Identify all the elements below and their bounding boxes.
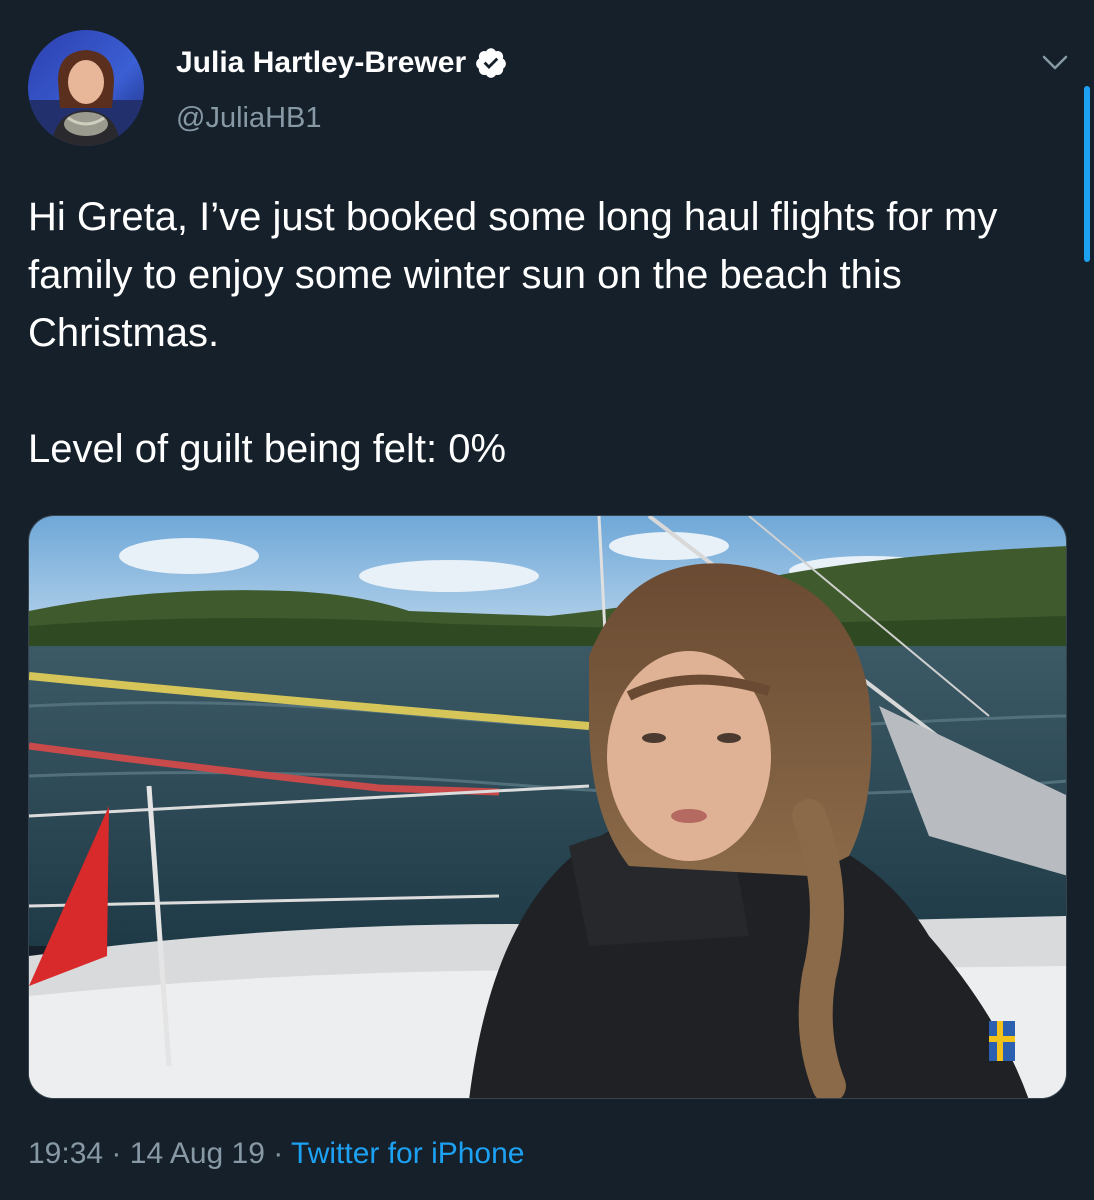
tweet-media-photo[interactable]	[28, 515, 1067, 1099]
tweet-meta: 19:34 · 14 Aug 19 · Twitter for iPhone	[28, 1134, 524, 1174]
author-display-name[interactable]: Julia Hartley-Brewer	[176, 44, 466, 82]
scrollbar[interactable]	[1084, 86, 1090, 262]
author-name-row[interactable]: Julia Hartley-Brewer	[176, 44, 508, 82]
tweet-time: 19:34	[28, 1137, 104, 1170]
chevron-down-icon[interactable]	[1040, 50, 1070, 76]
meta-separator: ·	[273, 1137, 284, 1170]
tweet-text-paragraph: Hi Greta, I’ve just booked some long hau…	[28, 195, 998, 355]
meta-separator: ·	[111, 1137, 122, 1170]
tweet-source-link[interactable]: Twitter for iPhone	[291, 1137, 524, 1170]
author-handle[interactable]: @JuliaHB1	[176, 100, 322, 136]
tweet-body: Hi Greta, I’ve just booked some long hau…	[28, 188, 1068, 478]
tweet-text-paragraph: Level of guilt being felt: 0%	[28, 427, 507, 471]
verified-badge-icon	[476, 48, 507, 78]
tweet-detail-view: Julia Hartley-Brewer @JuliaHB1 Hi Greta,…	[0, 0, 1094, 1200]
author-avatar[interactable]	[28, 30, 144, 146]
tweet-date: 14 Aug 19	[129, 1137, 265, 1170]
